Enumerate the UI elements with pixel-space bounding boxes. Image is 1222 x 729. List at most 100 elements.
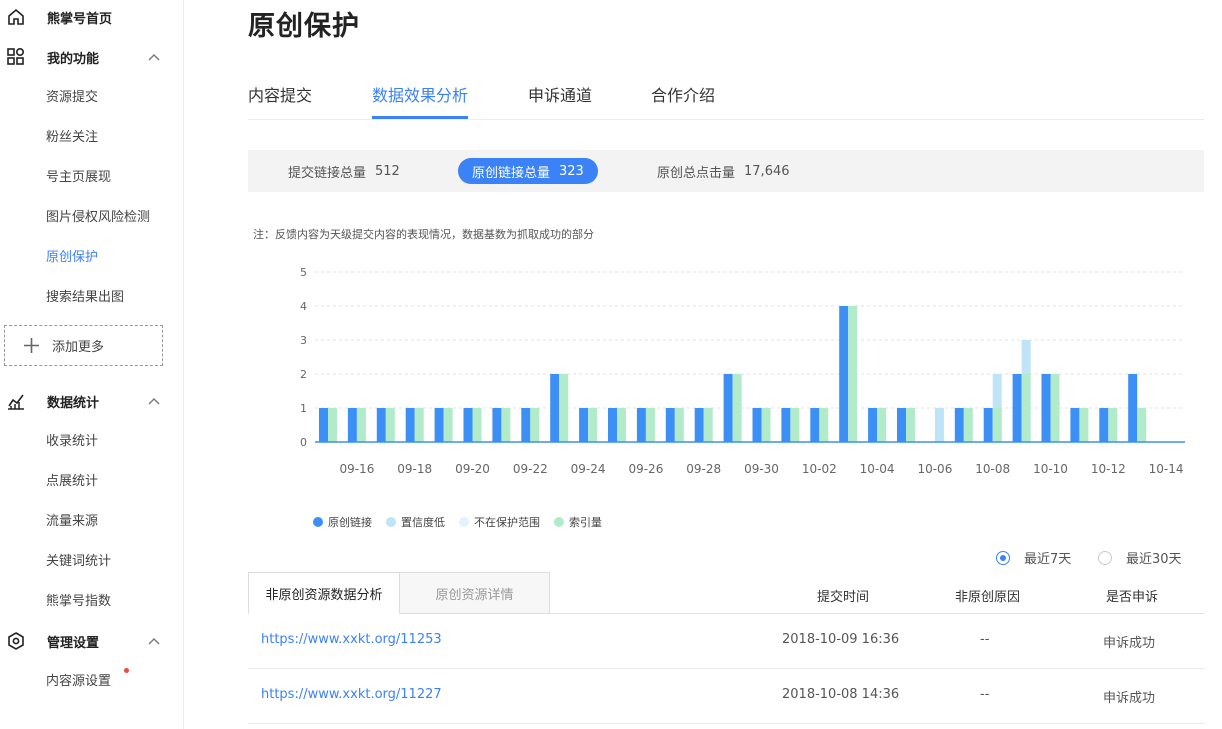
sidebar-item-resource-submit[interactable]: 资源提交 <box>0 81 183 109</box>
bar-chart: 0 1 2 3 4 5 09-16 09-18 09-20 09-22 09-24 09-26 09-2… <box>300 266 1185 476</box>
page-title: 原创保护 <box>248 11 360 42</box>
radio-last-30-days[interactable]: 最近30天 <box>1098 548 1182 567</box>
legend-item[interactable]: 索引量 <box>554 514 602 530</box>
bar-original-links <box>550 374 560 442</box>
stat-value: 512 <box>375 163 400 179</box>
legend-item[interactable]: 不在保护范围 <box>459 514 540 530</box>
bar-original-links <box>319 408 328 442</box>
sidebar-item-image-infringement[interactable]: 图片侵权风险检测 <box>0 201 183 229</box>
bar-index-volume <box>732 374 742 442</box>
bar-index-volume <box>588 408 598 442</box>
legend-dot <box>313 517 323 527</box>
table-header: 非原创资源数据分析 原创资源详情 提交时间 非原创原因 是否申诉 <box>248 572 1204 614</box>
bar-index-volume <box>963 408 973 442</box>
tab-non-original-analysis[interactable]: 非原创资源数据分析 <box>248 572 400 614</box>
bar-original-links <box>839 306 849 442</box>
chevron-up-icon[interactable] <box>147 394 161 408</box>
sidebar-item-traffic-source[interactable]: 流量来源 <box>0 505 183 533</box>
bar-original-links <box>810 408 820 442</box>
grid-icon <box>7 47 25 65</box>
tab-original-details[interactable]: 原创资源详情 <box>399 572 550 614</box>
tab-content-submit[interactable]: 内容提交 <box>248 82 312 119</box>
sidebar-section-features[interactable]: 我的功能 <box>0 43 183 71</box>
sidebar-item-search-images[interactable]: 搜索结果出图 <box>0 281 183 309</box>
sidebar-item-homepage-display[interactable]: 号主页展现 <box>0 161 183 189</box>
sidebar-item-xzh-index[interactable]: 熊掌号指数 <box>0 585 183 613</box>
bar-index-volume <box>819 408 829 442</box>
x-tick-label: 10-14 <box>1149 462 1184 476</box>
x-tick-label: 10-04 <box>860 462 895 476</box>
y-tick-label: 2 <box>300 368 307 381</box>
sidebar-item-click-stats[interactable]: 点展统计 <box>0 465 183 493</box>
stat-original-clicks[interactable]: 原创总点击量 17,646 <box>657 158 790 184</box>
bar-index-volume <box>877 408 887 442</box>
bar-index-volume <box>530 408 540 442</box>
bar-index-volume <box>501 408 511 442</box>
sidebar-item-label: 内容源设置 <box>46 673 112 689</box>
tab-data-analysis[interactable]: 数据效果分析 <box>372 82 469 119</box>
bar-index-volume <box>761 408 771 442</box>
legend-item[interactable]: 置信度低 <box>386 514 445 530</box>
bar-index-volume <box>906 408 915 442</box>
bar-original-links <box>1041 374 1051 442</box>
radio-circle <box>996 550 1010 565</box>
sidebar-item-fans[interactable]: 粉丝关注 <box>0 121 183 149</box>
bar-index-volume <box>790 408 800 442</box>
sidebar-item-label: 资源提交 <box>46 89 99 105</box>
tab-cooperation[interactable]: 合作介绍 <box>651 82 715 119</box>
legend-dot <box>386 517 396 527</box>
bar-original-links <box>897 408 906 442</box>
sidebar-item-content-source-settings[interactable]: 内容源设置 <box>0 665 183 693</box>
resource-link[interactable]: https://www.xxkt.org/11227 <box>261 687 442 702</box>
bar-original-links <box>579 408 589 442</box>
bar-original-links <box>752 408 762 442</box>
bar-original-links <box>492 408 502 442</box>
bar-index-volume <box>1108 408 1118 442</box>
bar-index-volume <box>645 408 655 442</box>
sidebar-item-index-stats[interactable]: 收录统计 <box>0 425 183 453</box>
chart-note: 注：反馈内容为天级提交内容的表现情况，数据基数为抓取成功的部分 <box>253 228 594 241</box>
bar-index-volume <box>1050 374 1060 442</box>
bar-original-links <box>1128 374 1138 442</box>
sidebar-item-keyword-stats[interactable]: 关键词统计 <box>0 545 183 573</box>
bar-index-volume <box>1021 374 1031 442</box>
legend-item[interactable]: 原创链接 <box>313 514 372 530</box>
sidebar-item-label: 图片侵权风险检测 <box>46 209 151 225</box>
add-more-button[interactable]: 添加更多 <box>4 325 163 366</box>
table-row: https://www.xxkt.org/11227 2018-10-08 14… <box>248 669 1204 724</box>
appeal-status: 申诉成功 <box>1103 691 1156 706</box>
table-row: https://www.xxkt.org/11253 2018-10-09 16… <box>248 614 1204 669</box>
stat-submitted-links[interactable]: 提交链接总量 512 <box>288 158 400 184</box>
bar-index-volume <box>992 408 1002 442</box>
chevron-up-icon[interactable] <box>147 50 161 64</box>
non-original-reason: -- <box>980 632 990 647</box>
non-original-reason: -- <box>980 687 990 702</box>
x-tick-label: 10-10 <box>1033 462 1068 476</box>
sidebar-section-statistics[interactable]: 数据统计 <box>0 387 183 415</box>
bar-original-links <box>781 408 791 442</box>
radio-circle <box>1098 550 1112 565</box>
bar-original-links <box>376 408 386 442</box>
x-tick-label: 09-16 <box>339 462 374 476</box>
legend-label: 原创链接 <box>328 516 372 529</box>
tab-bar: 内容提交 数据效果分析 申诉通道 合作介绍 <box>248 78 1204 120</box>
chevron-up-icon[interactable] <box>147 634 161 648</box>
x-tick-label: 09-20 <box>455 462 490 476</box>
resource-link[interactable]: https://www.xxkt.org/11253 <box>261 632 442 647</box>
sidebar: 熊掌号首页 我的功能 资源提交 粉丝关注 号主页展现 图片侵权风险检测 原创保护… <box>0 0 184 729</box>
stat-original-links[interactable]: 原创链接总量 323 <box>458 158 598 184</box>
sidebar-item-original-protection[interactable]: 原创保护 <box>0 241 183 269</box>
radio-last-7-days[interactable]: 最近7天 <box>996 548 1071 567</box>
sidebar-item-home[interactable]: 熊掌号首页 <box>0 3 183 31</box>
bar-original-links <box>983 408 993 442</box>
legend-dot <box>554 517 564 527</box>
tab-appeal[interactable]: 申诉通道 <box>528 82 592 119</box>
stat-label: 提交链接总量 <box>288 165 367 181</box>
sidebar-section-label: 我的功能 <box>47 51 100 67</box>
sidebar-section-settings[interactable]: 管理设置 <box>0 627 183 655</box>
sidebar-item-label: 原创保护 <box>46 249 99 265</box>
bar-original-links <box>1099 408 1109 442</box>
bar-index-volume <box>848 306 858 442</box>
x-tick-label: 09-28 <box>686 462 721 476</box>
bar-original-links <box>347 408 357 442</box>
